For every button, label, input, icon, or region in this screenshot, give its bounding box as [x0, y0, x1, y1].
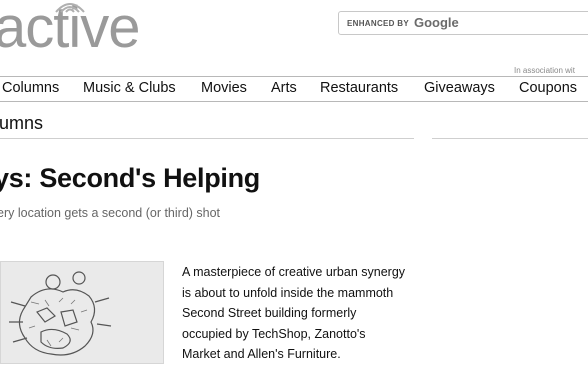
article-deck: ery location gets a second (or third) sh… [0, 206, 221, 220]
nav-item-restaurants[interactable]: Restaurants [320, 80, 398, 96]
sidebar-divider [432, 138, 588, 139]
wifi-waves-icon [55, 3, 85, 13]
article-headline: ys: Second's Helping [0, 163, 260, 193]
nav-bottom-rule [0, 101, 588, 102]
body-line: Second Street building formerly [182, 306, 357, 320]
nav-item-arts[interactable]: Arts [271, 80, 297, 96]
google-logo: Google [414, 15, 459, 30]
search-enhanced-label: ENHANCED BY [347, 19, 409, 28]
article-photo [0, 261, 164, 364]
body-line: Market and Allen's Furniture. [182, 347, 341, 361]
body-line: occupied by TechShop, Zanotto's [182, 326, 366, 341]
sketch-illustration [1, 262, 163, 363]
nav-item-coupons[interactable]: Coupons [519, 80, 577, 96]
body-line: A masterpiece of creative urban synergy [182, 265, 406, 279]
article-body: A masterpiece of creative urban synergy … [182, 262, 422, 365]
search-input[interactable]: ENHANCED BY Google [338, 11, 588, 35]
nav-item-columns[interactable]: Columns [2, 80, 59, 96]
section-divider [0, 138, 414, 139]
nav-item-music-clubs[interactable]: Music & Clubs [83, 80, 176, 96]
nav-item-movies[interactable]: Movies [201, 80, 247, 96]
association-text: In association wit [514, 66, 575, 75]
body-line: is about to unfold inside the mammoth [182, 285, 394, 300]
nav-item-giveaways[interactable]: Giveaways [424, 80, 495, 96]
nav-top-rule [0, 76, 588, 77]
section-title: umns [0, 113, 44, 133]
